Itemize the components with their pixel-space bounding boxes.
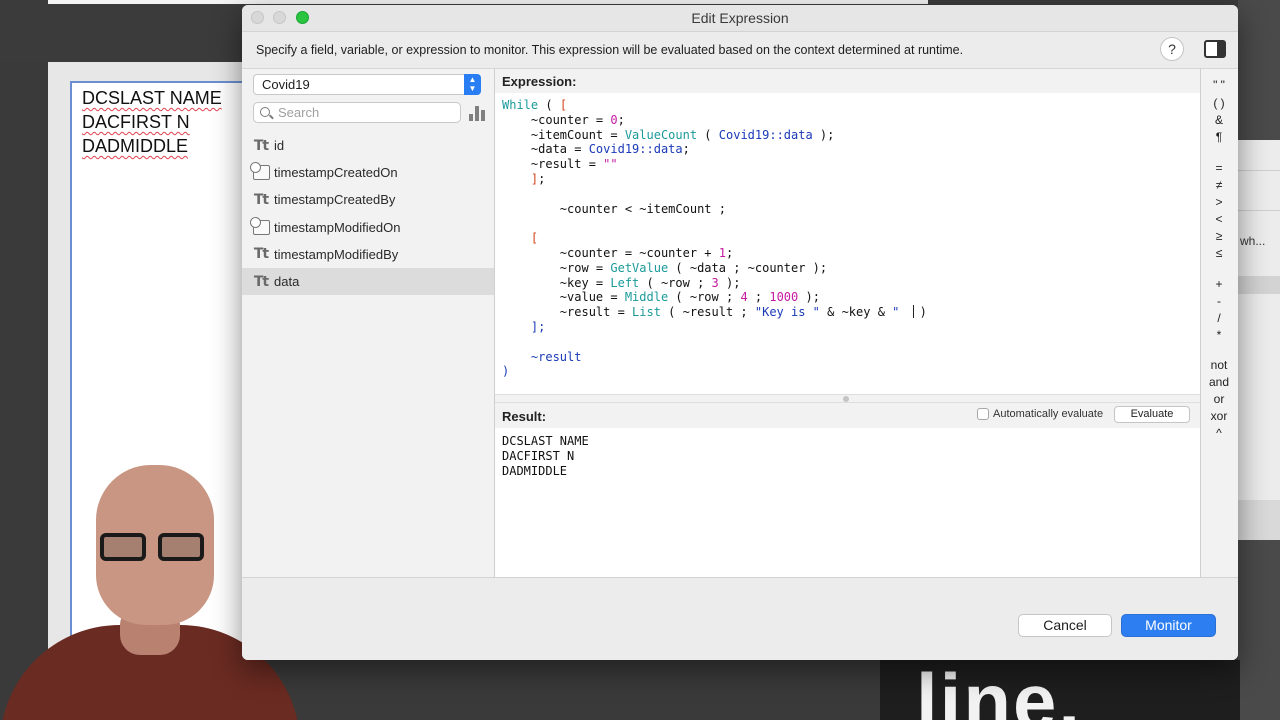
text-field-icon: Tt bbox=[253, 246, 269, 263]
search-input[interactable] bbox=[278, 104, 456, 121]
field-item-timestampCreatedOn[interactable]: timestampCreatedOn bbox=[242, 159, 494, 186]
operator-not-equal[interactable]: ≠ bbox=[1201, 178, 1237, 192]
field-name: timestampModifiedBy bbox=[274, 246, 399, 262]
field-name: data bbox=[274, 274, 300, 290]
expression-label: Expression: bbox=[495, 69, 1200, 93]
text-field-icon: Tt bbox=[253, 191, 269, 208]
field-name: timestampCreatedBy bbox=[274, 192, 396, 208]
table-select-value: Covid19 bbox=[262, 77, 310, 92]
panel-divider bbox=[1238, 170, 1280, 171]
layout-line: DADMIDDLE bbox=[82, 136, 189, 156]
select-stepper-icon: ▲ ▼ bbox=[464, 74, 481, 95]
auto-evaluate-toggle[interactable]: Automatically evaluate bbox=[977, 408, 1103, 420]
background-layout-text: DCSLAST NAME DACFIRST N DADMIDDLE bbox=[82, 86, 222, 158]
dialog-title: Edit Expression bbox=[691, 10, 789, 26]
operator-greater-equal[interactable]: ≥ bbox=[1201, 229, 1237, 243]
fields-pane: Covid19 ▲▼ Tt id timestampCreatedOn Tt t… bbox=[242, 68, 495, 577]
layout-line: DCSLAST NAME bbox=[82, 88, 222, 108]
operator-greater[interactable]: > bbox=[1201, 195, 1237, 209]
operator-divide[interactable]: / bbox=[1201, 311, 1237, 325]
pane-splitter[interactable] bbox=[495, 394, 1200, 403]
background-toolbar bbox=[1238, 500, 1280, 540]
field-name: id bbox=[274, 138, 285, 154]
operator-multiply[interactable]: * bbox=[1201, 328, 1237, 342]
splitter-handle-icon[interactable] bbox=[843, 396, 849, 402]
timestamp-field-icon bbox=[249, 216, 271, 236]
panel-divider bbox=[1238, 210, 1280, 211]
field-item-timestampModifiedOn[interactable]: timestampModifiedOn bbox=[242, 214, 494, 241]
table-occurrence-select[interactable]: Covid19 ▲ ▼ bbox=[253, 74, 481, 95]
background-inspector-panel: wh... bbox=[1238, 140, 1280, 500]
instructions-text: Specify a field, variable, or expression… bbox=[256, 43, 964, 57]
result-line: DACFIRST N bbox=[502, 448, 575, 463]
background-window-edge bbox=[48, 0, 928, 4]
result-header: Result: Automatically evaluate Evaluate bbox=[495, 403, 1200, 428]
operator-power[interactable]: ^ bbox=[1201, 426, 1237, 440]
operator-parentheses[interactable]: ( ) bbox=[1201, 96, 1237, 110]
result-label: Result: bbox=[502, 409, 547, 424]
operator-not[interactable]: not bbox=[1201, 358, 1237, 372]
evaluate-button[interactable]: Evaluate bbox=[1114, 406, 1190, 423]
background-slide-text: line. bbox=[916, 657, 1083, 720]
field-sort-chart-icon[interactable] bbox=[469, 106, 485, 121]
operator-plus[interactable]: + bbox=[1201, 277, 1237, 291]
timestamp-field-icon bbox=[249, 162, 271, 182]
field-name: timestampModifiedOn bbox=[274, 219, 401, 235]
result-output: DCSLAST NAME DACFIRST N DADMIDDLE bbox=[502, 434, 589, 478]
layout-line: DACFIRST N bbox=[82, 112, 190, 132]
operator-less[interactable]: < bbox=[1201, 212, 1237, 226]
presenter-glasses bbox=[100, 533, 210, 563]
result-line: DADMIDDLE bbox=[502, 463, 568, 478]
operator-and[interactable]: and bbox=[1201, 375, 1237, 389]
search-icon bbox=[260, 107, 270, 117]
help-button[interactable]: ? bbox=[1160, 37, 1184, 61]
search-field[interactable] bbox=[253, 102, 461, 123]
operator-minus[interactable]: - bbox=[1201, 294, 1237, 308]
result-line: DCSLAST NAME bbox=[502, 434, 589, 448]
operator-xor[interactable]: xor bbox=[1201, 409, 1237, 423]
edit-expression-dialog: Edit Expression Specify a field, variabl… bbox=[242, 5, 1238, 660]
operator-equal[interactable]: = bbox=[1201, 161, 1237, 175]
field-list: Tt id timestampCreatedOn Tt timestampCre… bbox=[242, 132, 494, 296]
operator-concatenate[interactable]: & bbox=[1201, 113, 1237, 127]
text-cursor bbox=[912, 305, 914, 319]
operator-pilcrow[interactable]: ¶ bbox=[1201, 130, 1237, 144]
cancel-button[interactable]: Cancel bbox=[1018, 614, 1112, 637]
text-field-icon: Tt bbox=[253, 137, 269, 154]
expression-area: Expression: While ( [ ~counter = 0; ~ite… bbox=[495, 68, 1200, 577]
field-item-timestampModifiedBy[interactable]: Tt timestampModifiedBy bbox=[242, 241, 494, 268]
operators-column: " " ( ) & ¶ = ≠ > < ≥ ≤ + - / * not and … bbox=[1200, 68, 1238, 577]
field-item-id[interactable]: Tt id bbox=[242, 132, 494, 159]
operator-or[interactable]: or bbox=[1201, 392, 1237, 406]
panel-truncated-text: wh... bbox=[1240, 234, 1266, 248]
text-field-icon: Tt bbox=[253, 273, 269, 290]
field-item-data[interactable]: Tt data bbox=[242, 267, 494, 296]
auto-evaluate-label: Automatically evaluate bbox=[993, 408, 1104, 420]
operator-quotes[interactable]: " " bbox=[1201, 78, 1237, 92]
panel-selected-row bbox=[1238, 276, 1280, 294]
expression-editor[interactable]: While ( [ ~counter = 0; ~itemCount = Val… bbox=[502, 98, 927, 379]
toggle-sidebar-icon[interactable] bbox=[1204, 40, 1226, 58]
field-item-timestampCreatedBy[interactable]: Tt timestampCreatedBy bbox=[242, 186, 494, 213]
dialog-titlebar[interactable]: Edit Expression bbox=[242, 5, 1238, 32]
monitor-button[interactable]: Monitor bbox=[1121, 614, 1216, 637]
dialog-footer: Cancel Monitor bbox=[242, 577, 1238, 660]
auto-evaluate-checkbox[interactable] bbox=[977, 408, 989, 420]
operator-less-equal[interactable]: ≤ bbox=[1201, 246, 1237, 260]
field-name: timestampCreatedOn bbox=[274, 165, 398, 181]
